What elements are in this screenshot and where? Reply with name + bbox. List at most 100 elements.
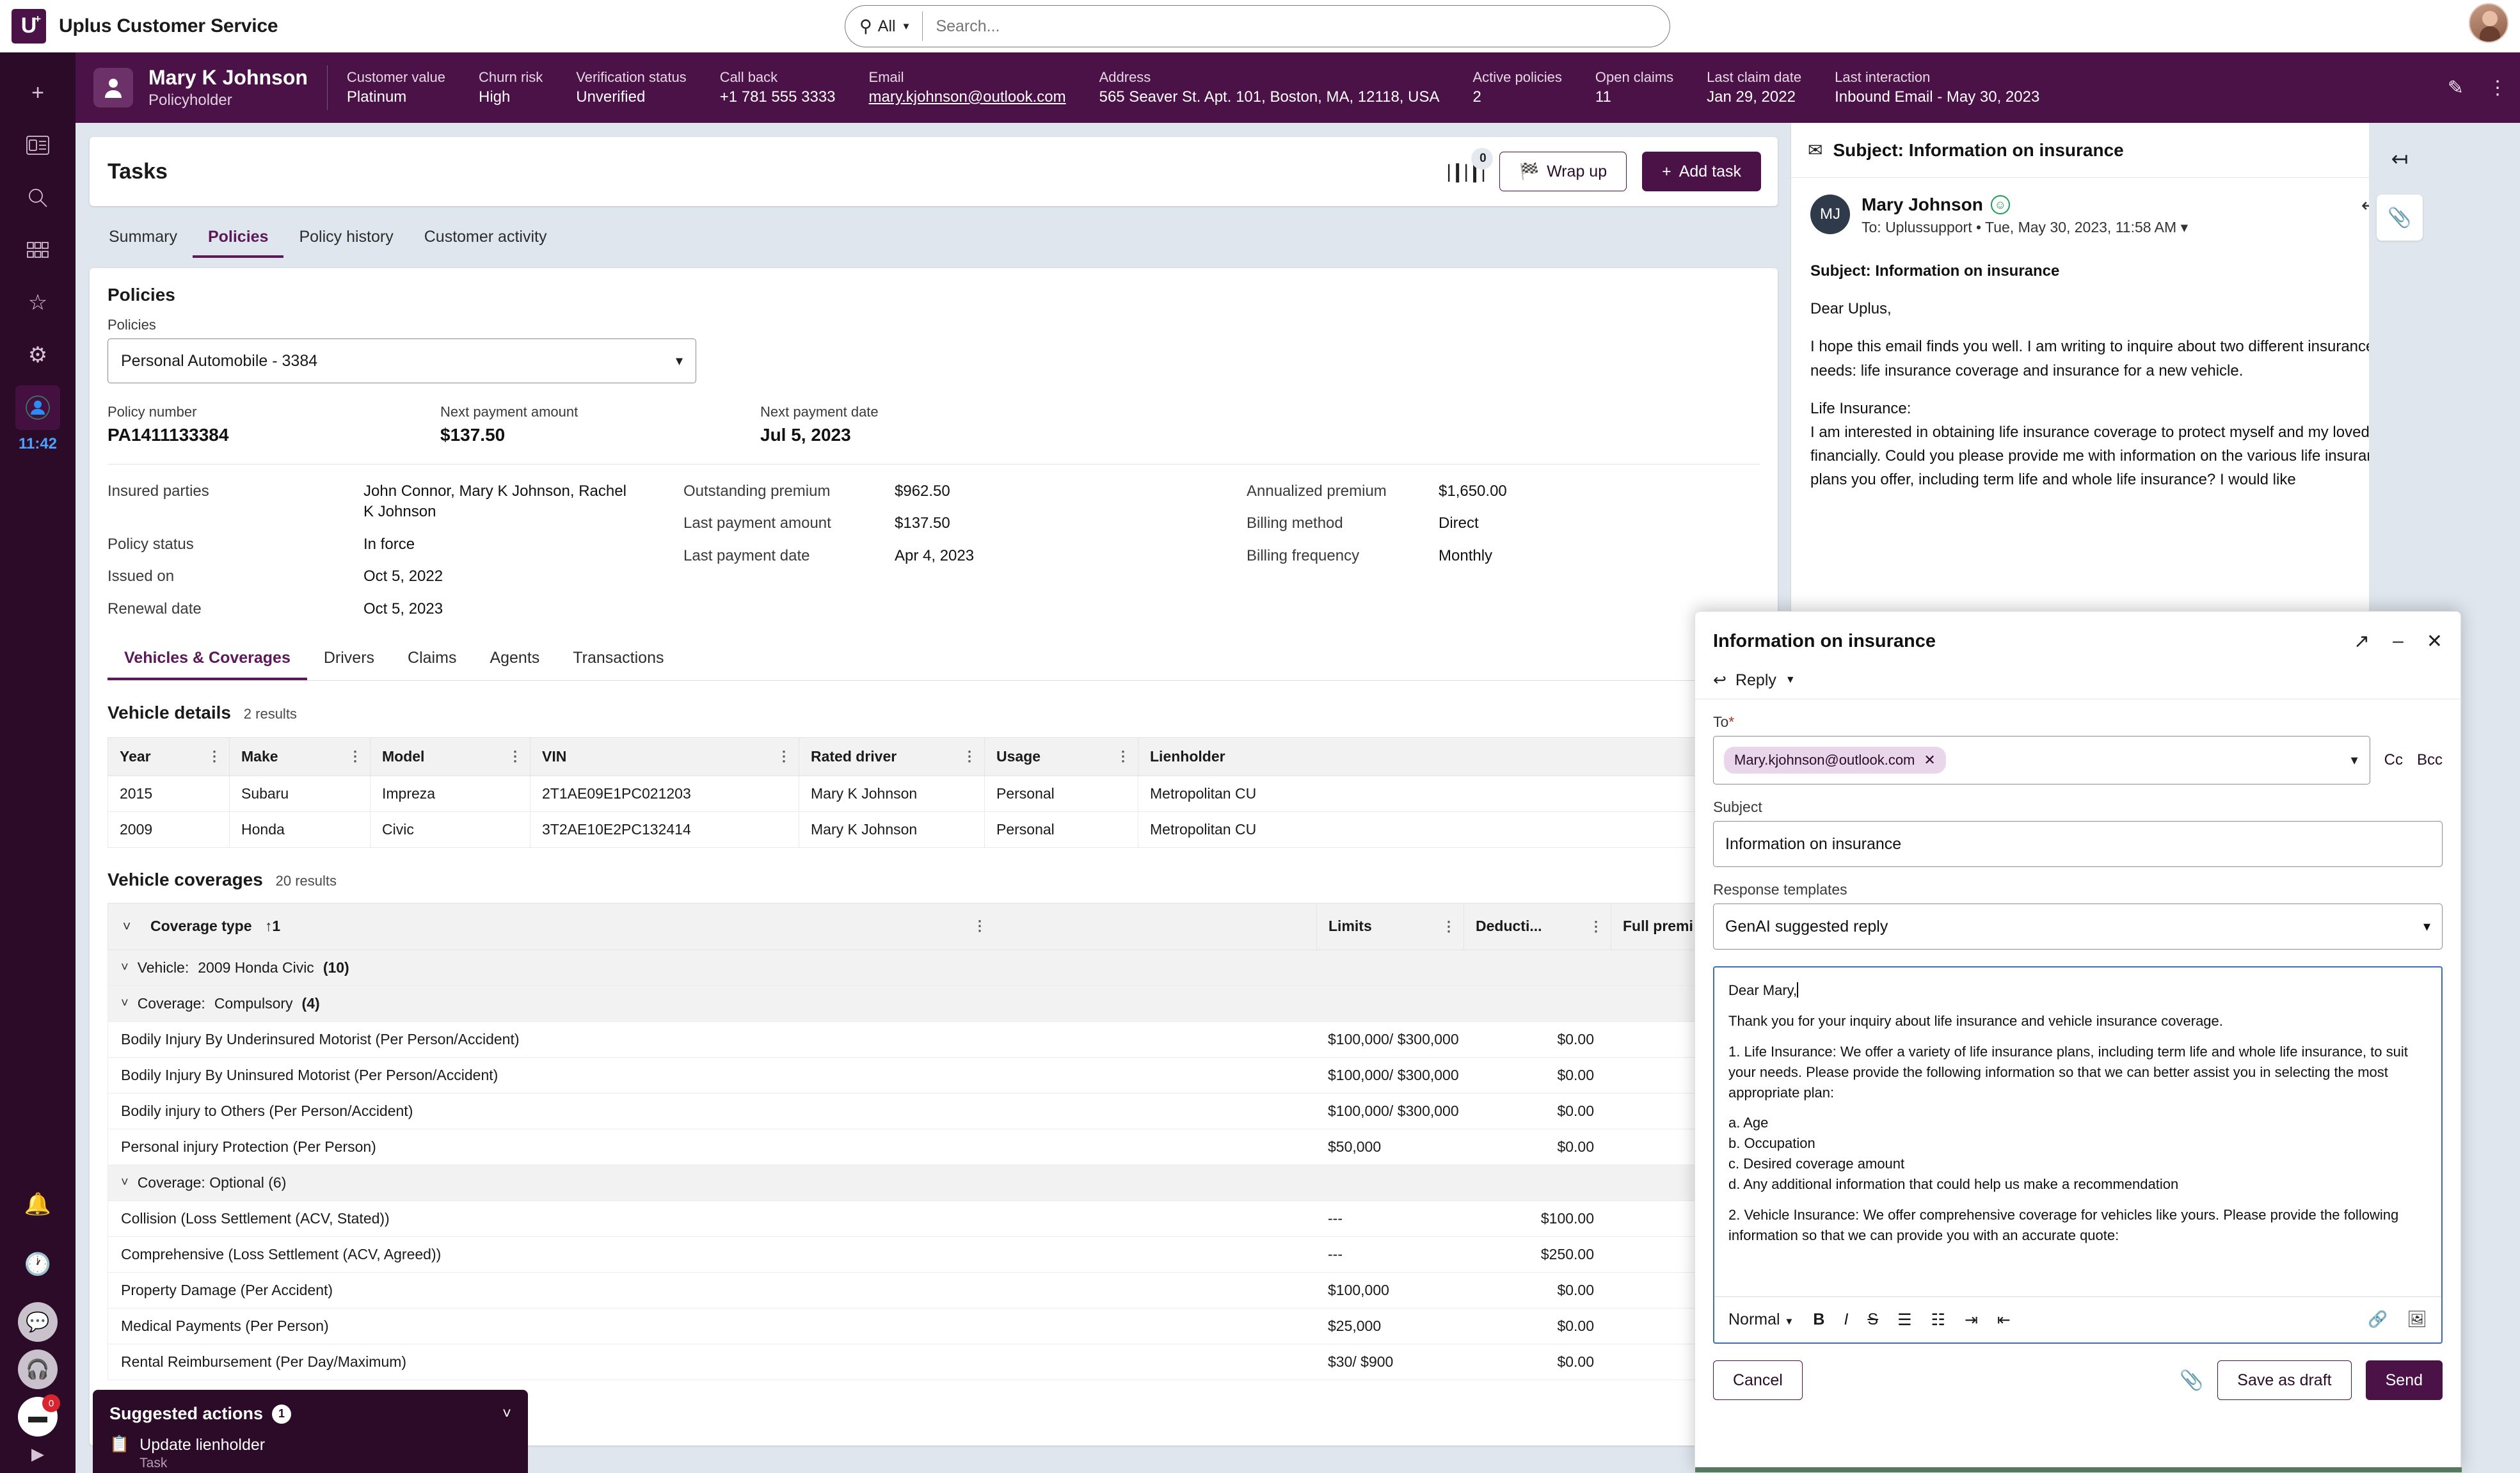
search-scope-selector[interactable]: ⚲ All ▼	[845, 6, 922, 47]
col-usage[interactable]: Usage⋮	[985, 737, 1138, 776]
numbered-list-button[interactable]: ☷	[1931, 1310, 1945, 1330]
coverage-group-vehicle[interactable]: ˅ Vehicle: 2009 Honda Civic (10)	[108, 950, 1778, 986]
tab-customer-activity[interactable]: Customer activity	[409, 221, 562, 258]
coverage-row[interactable]: Rental Reimbursement (Per Day/Maximum) $…	[108, 1344, 1778, 1380]
editor-content[interactable]: Dear Mary, Thank you for your inquiry ab…	[1714, 967, 2441, 1296]
bcc-button[interactable]: Bcc	[2417, 751, 2443, 769]
column-menu-icon[interactable]: ⋮	[207, 748, 221, 765]
bell-icon[interactable]: 🔔	[15, 1182, 60, 1227]
col-coverage-type[interactable]: Coverage type ↑1 ⋮	[145, 918, 1316, 935]
tab-policy-history[interactable]: Policy history	[283, 221, 408, 258]
suggested-actions-header[interactable]: Suggested actions 1 ˅	[109, 1404, 511, 1424]
link-icon[interactable]: 🔗	[2368, 1310, 2388, 1329]
bold-button[interactable]: B	[1813, 1310, 1824, 1329]
column-menu-icon[interactable]: ⋮	[973, 918, 987, 934]
column-menu-icon[interactable]: ⋮	[777, 748, 791, 765]
col-deductible[interactable]: Deducti... ⋮	[1463, 903, 1611, 950]
chevron-down-icon[interactable]: ˅	[121, 1175, 129, 1190]
coverage-row[interactable]: Property Damage (Per Accident) $100,000 …	[108, 1273, 1778, 1309]
col-limits[interactable]: Limits ⋮	[1316, 903, 1463, 950]
gear-icon[interactable]: ⚙	[15, 333, 60, 378]
save-as-draft-button[interactable]: Save as draft	[2217, 1360, 2351, 1400]
global-search[interactable]: ⚲ All ▼	[845, 5, 1670, 47]
column-menu-icon[interactable]: ⋮	[508, 748, 522, 765]
strikethrough-button[interactable]: S	[1867, 1310, 1878, 1329]
play-icon[interactable]: ▶	[31, 1444, 44, 1464]
coverage-row[interactable]: Medical Payments (Per Person) $25,000 $0…	[108, 1309, 1778, 1344]
coverage-group-optional[interactable]: ˅ Coverage: Optional (6)	[108, 1165, 1778, 1201]
chevron-down-icon[interactable]: ˅	[121, 996, 129, 1011]
coverage-row[interactable]: Personal injury Protection (Per Person) …	[108, 1129, 1778, 1165]
user-presence-icon[interactable]	[15, 385, 60, 430]
send-button[interactable]: Send	[2366, 1360, 2443, 1400]
coverage-row[interactable]: Bodily injury to Others (Per Person/Acci…	[108, 1094, 1778, 1129]
email-meta[interactable]: To: Uplussupport • Tue, May 30, 2023, 11…	[1862, 219, 2188, 236]
column-menu-icon[interactable]: ⋮	[348, 748, 362, 765]
record-icon[interactable]: ▬ 0	[18, 1397, 58, 1437]
tab-summary[interactable]: Summary	[93, 221, 193, 258]
policy-select[interactable]: Personal Automobile - 3384 ▾	[108, 338, 696, 383]
add-task-button[interactable]: + Add task	[1642, 152, 1761, 191]
suggested-action-item[interactable]: 📋 Update lienholder Task	[109, 1435, 511, 1472]
apps-grid-icon[interactable]	[15, 228, 60, 273]
minimize-icon[interactable]: –	[2393, 630, 2404, 652]
to-input[interactable]: Mary.kjohnson@outlook.com ✕ ▾	[1713, 736, 2370, 784]
chat-icon[interactable]: 💬	[18, 1302, 58, 1342]
tab-policies[interactable]: Policies	[193, 221, 284, 258]
text-style-dropdown[interactable]: Normal ▼	[1728, 1310, 1794, 1329]
remove-recipient-icon[interactable]: ✕	[1924, 752, 1935, 768]
italic-button[interactable]: I	[1844, 1310, 1848, 1329]
wrap-up-button[interactable]: 🏁 Wrap up	[1499, 152, 1627, 191]
collapse-panel-icon[interactable]: ↤	[2380, 139, 2419, 178]
column-menu-icon[interactable]: ⋮	[1589, 918, 1603, 935]
subtab-transactions[interactable]: Transactions	[556, 642, 680, 680]
audio-wave-icon[interactable]: |❙|❙| 0	[1446, 161, 1484, 183]
expand-all-chevron-icon[interactable]: ˅	[108, 918, 145, 935]
coverage-row[interactable]: Collision (Loss Settlement (ACV, Stated)…	[108, 1201, 1778, 1237]
image-icon[interactable]: 🖼	[2407, 1310, 2427, 1329]
col-rated-driver[interactable]: Rated driver⋮	[799, 737, 985, 776]
table-row[interactable]: 2009 Honda Civic 3T2AE10E2PC132414 Mary …	[108, 811, 1778, 847]
chevron-down-icon[interactable]: ˅	[121, 960, 129, 975]
subtab-drivers[interactable]: Drivers	[307, 642, 391, 680]
search-icon[interactable]	[15, 175, 60, 220]
col-model[interactable]: Model⋮	[371, 737, 530, 776]
expand-icon[interactable]: ↗	[2354, 630, 2370, 653]
indent-button[interactable]: ⇥	[1965, 1310, 1978, 1330]
history-clock-icon[interactable]: 🕐	[15, 1242, 60, 1287]
coverage-row[interactable]: Bodily Injury By Underinsured Motorist (…	[108, 1022, 1778, 1058]
bulleted-list-button[interactable]: ☰	[1897, 1310, 1911, 1330]
composer-reply-selector[interactable]: ↩ Reply ▼	[1695, 671, 2460, 699]
add-icon[interactable]: +	[15, 70, 60, 115]
cancel-button[interactable]: Cancel	[1713, 1360, 1803, 1400]
subtab-agents[interactable]: Agents	[473, 642, 556, 680]
dashboard-icon[interactable]	[15, 123, 60, 168]
coverage-row[interactable]: Comprehensive (Loss Settlement (ACV, Agr…	[108, 1237, 1778, 1273]
chevron-down-icon[interactable]: ▾	[2351, 752, 2358, 768]
subtab-vehicles-coverages[interactable]: Vehicles & Coverages	[108, 642, 307, 680]
reply-body-editor[interactable]: Dear Mary, Thank you for your inquiry ab…	[1713, 966, 2443, 1344]
coverage-row[interactable]: Bodily Injury By Uninsured Motorist (Per…	[108, 1058, 1778, 1094]
response-template-select[interactable]: GenAI suggested reply ▾	[1713, 904, 2443, 950]
col-make[interactable]: Make⋮	[230, 737, 371, 776]
column-menu-icon[interactable]: ⋮	[1442, 918, 1456, 935]
recipient-chip[interactable]: Mary.kjohnson@outlook.com ✕	[1724, 747, 1946, 774]
edit-pencil-icon[interactable]: ✎	[2448, 77, 2464, 99]
search-input[interactable]	[923, 17, 1670, 36]
attachment-clip-icon[interactable]: 📎	[2180, 1369, 2203, 1392]
close-icon[interactable]: ✕	[2427, 630, 2443, 653]
coverage-group-compulsory[interactable]: ˅ Coverage: Compulsory (4)	[108, 986, 1778, 1022]
subject-input[interactable]	[1713, 821, 2443, 867]
more-options-icon[interactable]: ⋮	[2488, 77, 2507, 99]
table-row[interactable]: 2015 Subaru Impreza 2T1AE09E1PC021203 Ma…	[108, 776, 1778, 811]
column-menu-icon[interactable]: ⋮	[962, 748, 977, 765]
subtab-claims[interactable]: Claims	[391, 642, 473, 680]
col-lienholder[interactable]: Lienholder	[1138, 737, 1778, 776]
chevron-down-icon[interactable]: ˅	[502, 1405, 511, 1423]
column-menu-icon[interactable]: ⋮	[1116, 748, 1130, 765]
col-vin[interactable]: VIN⋮	[530, 737, 799, 776]
user-avatar[interactable]	[2469, 3, 2508, 43]
headset-muted-icon[interactable]: 🎧	[18, 1350, 58, 1389]
attachment-clip-icon[interactable]: 📎	[2377, 195, 2423, 241]
star-icon[interactable]: ☆	[15, 280, 60, 325]
